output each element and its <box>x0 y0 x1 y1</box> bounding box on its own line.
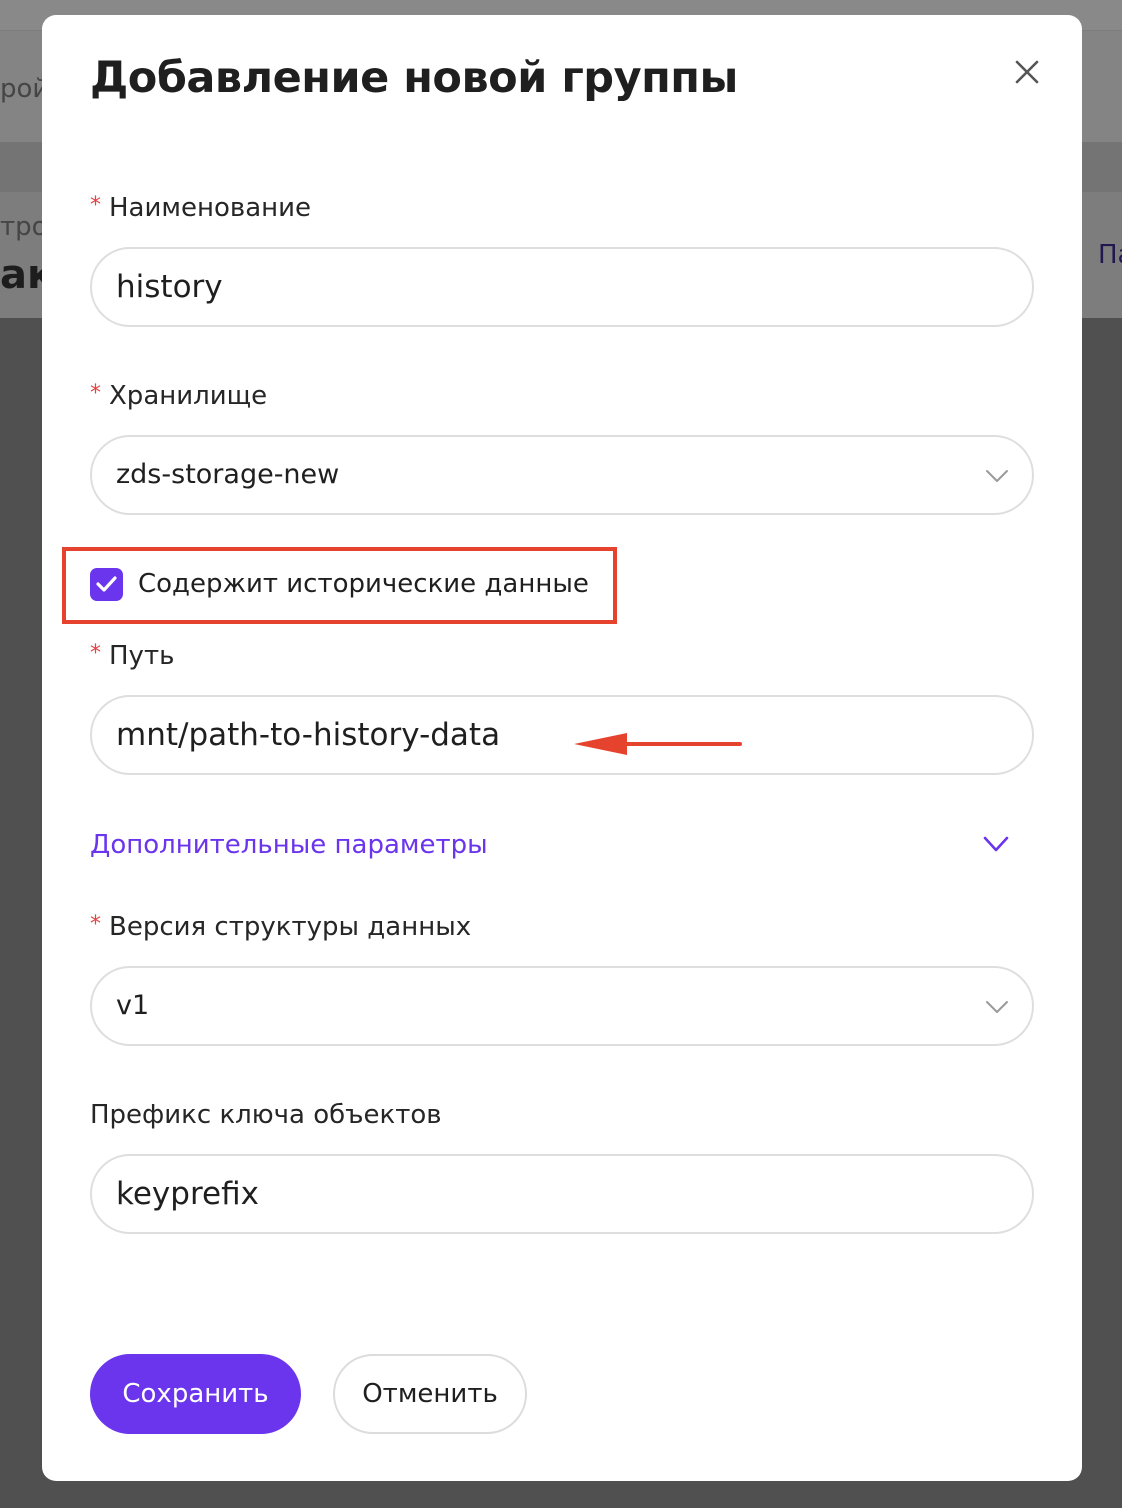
version-label: * Версия структуры данных <box>90 912 471 942</box>
modal-title: Добавление новой группы <box>90 53 738 103</box>
name-input[interactable]: history <box>90 247 1034 327</box>
storage-select-value: zds-storage-new <box>116 459 340 490</box>
chevron-down-icon <box>986 1001 1008 1013</box>
checkmark-icon <box>96 576 117 592</box>
path-label: * Путь <box>90 641 174 671</box>
version-select-value: v1 <box>116 990 150 1021</box>
version-label-text: Версия структуры данных <box>109 912 472 942</box>
name-label-text: Наименование <box>109 193 312 223</box>
path-label-text: Путь <box>109 641 175 671</box>
save-button[interactable]: Сохранить <box>90 1354 301 1434</box>
required-mark: * <box>90 641 101 666</box>
required-mark: * <box>90 193 101 218</box>
key-prefix-input-value: keyprefix <box>116 1176 259 1212</box>
key-prefix-label: Префикс ключа объектов <box>90 1100 442 1130</box>
name-label: * Наименование <box>90 193 311 223</box>
storage-label: * Хранилище <box>90 381 267 411</box>
chevron-down-icon <box>986 470 1008 482</box>
close-icon[interactable] <box>1012 57 1042 87</box>
cancel-button[interactable]: Отменить <box>333 1354 527 1434</box>
name-input-value: history <box>116 269 223 305</box>
storage-select[interactable]: zds-storage-new <box>90 435 1034 515</box>
historical-data-label[interactable]: Содержит исторические данные <box>138 568 589 601</box>
historical-data-checkbox[interactable] <box>90 568 123 601</box>
required-mark: * <box>90 912 101 937</box>
path-input-value: mnt/path-to-history-data <box>116 717 501 753</box>
version-select[interactable]: v1 <box>90 966 1034 1046</box>
key-prefix-input[interactable]: keyprefix <box>90 1154 1034 1234</box>
path-input[interactable]: mnt/path-to-history-data <box>90 695 1034 775</box>
add-group-modal: Добавление новой группы * Наименование hi… <box>42 15 1082 1481</box>
required-mark: * <box>90 381 101 406</box>
storage-label-text: Хранилище <box>109 381 268 411</box>
chevron-down-icon[interactable] <box>982 833 1010 857</box>
advanced-params-toggle[interactable]: Дополнительные параметры <box>90 830 488 860</box>
annotation-arrow-icon <box>574 733 742 755</box>
